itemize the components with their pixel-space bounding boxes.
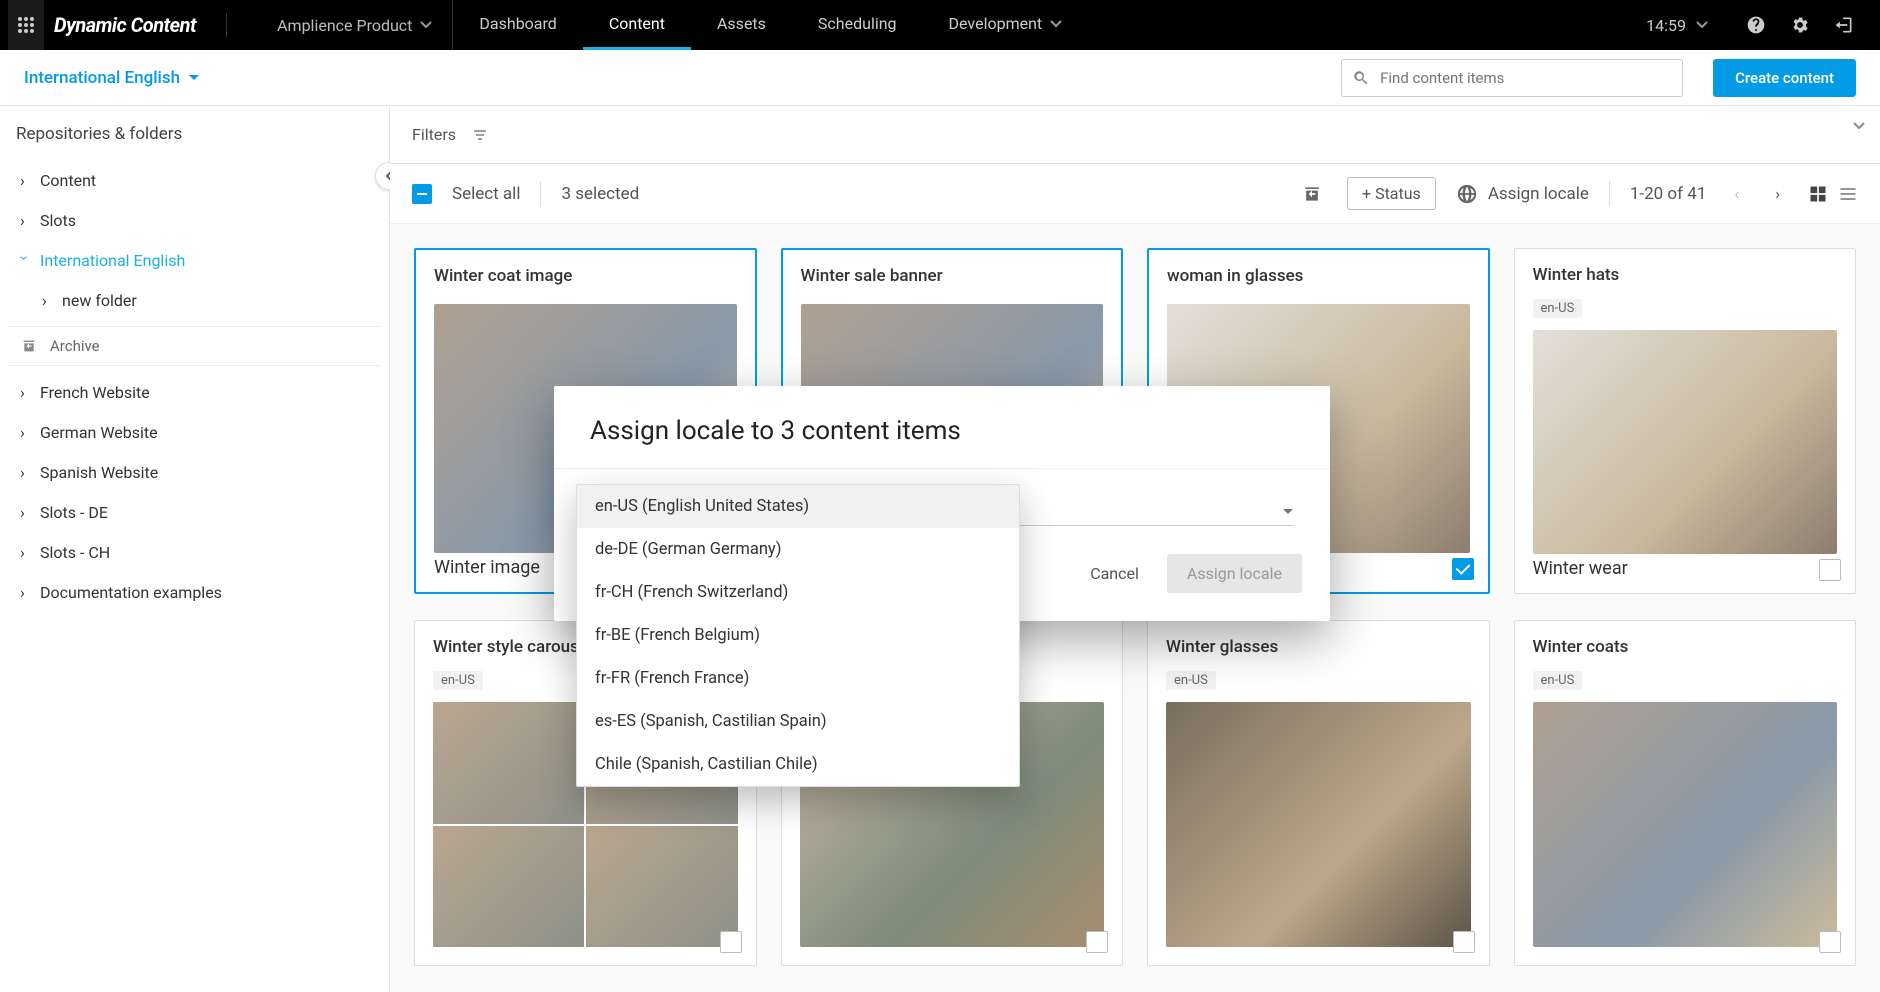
caret-down-icon: [1282, 508, 1294, 516]
locale-dropdown: en-US (English United States)de-DE (Germ…: [576, 484, 1020, 787]
assign-locale-button[interactable]: Assign locale: [1167, 554, 1302, 593]
locale-option[interactable]: fr-FR (French France): [577, 657, 1019, 700]
locale-option[interactable]: fr-BE (French Belgium): [577, 614, 1019, 657]
modal-title: Assign locale to 3 content items: [554, 386, 1330, 469]
locale-option[interactable]: Chile (Spanish, Castilian Chile): [577, 743, 1019, 786]
locale-option[interactable]: de-DE (German Germany): [577, 528, 1019, 571]
locale-option[interactable]: fr-CH (French Switzerland): [577, 571, 1019, 614]
locale-option[interactable]: es-ES (Spanish, Castilian Spain): [577, 700, 1019, 743]
cancel-button[interactable]: Cancel: [1070, 554, 1159, 593]
locale-option[interactable]: en-US (English United States): [577, 485, 1019, 528]
